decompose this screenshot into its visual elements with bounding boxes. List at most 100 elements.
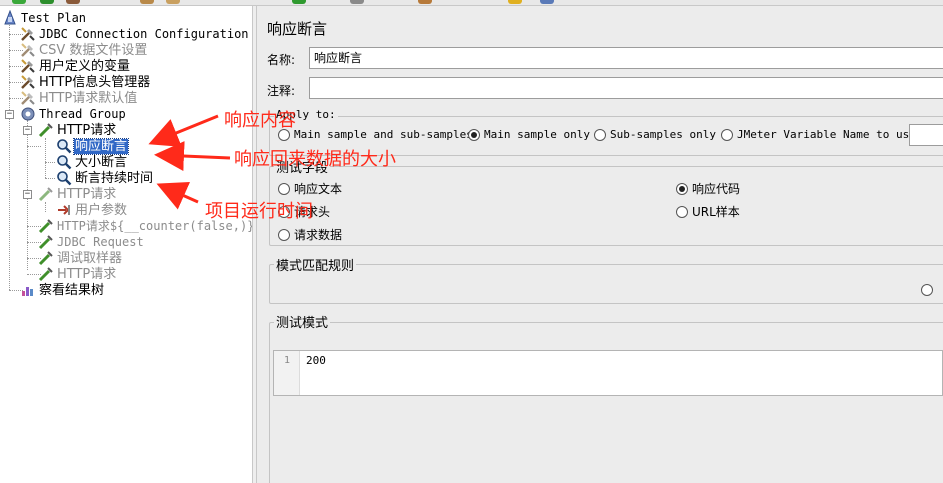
tree-item-label: 响应断言 <box>72 137 130 155</box>
stop-icon[interactable] <box>66 0 80 4</box>
tree-item-label: Thread Group <box>39 106 126 121</box>
field-url-sampled-radio[interactable]: URL样本 <box>676 203 740 220</box>
sampler-pipette-icon <box>38 234 54 250</box>
magnifier-icon <box>56 170 72 186</box>
tree-item-jdbc-connection-configuration[interactable]: JDBC Connection Configuration <box>20 26 250 42</box>
annotation-run-time: 项目运行时间 <box>205 201 313 222</box>
apply-main-only-radio[interactable]: Main sample only <box>468 128 590 141</box>
radio-indicator <box>721 128 733 141</box>
expand-toggle-thread-group[interactable]: − <box>5 110 14 119</box>
tree-item-label: 调试取样器 <box>57 250 123 266</box>
radio-indicator <box>468 128 480 141</box>
config-wrench-icon <box>20 90 36 106</box>
name-label: 名称: <box>267 53 296 67</box>
radio-indicator <box>921 284 933 296</box>
expand-toggle-http-request-2[interactable]: − <box>23 190 32 199</box>
tree-item-http-request-3[interactable]: HTTP请求 <box>38 266 117 282</box>
sampler-pipette-icon <box>38 122 54 138</box>
tree-item-label: HTTP请求 <box>57 266 117 282</box>
pattern-matching-rules-title: 模式匹配规则 <box>274 255 357 274</box>
radio-indicator <box>676 205 688 218</box>
response-assertion-panel: 响应断言 名称: 响应断言 注释: Apply to: Main sample … <box>257 6 943 483</box>
help-icon[interactable] <box>540 0 554 4</box>
pattern-line-text: 200 <box>306 354 326 367</box>
sampler-pipette-icon <box>38 250 54 266</box>
name-field[interactable]: 响应断言 <box>309 47 943 69</box>
config-wrench-icon <box>20 58 36 74</box>
config-wrench-icon <box>20 42 36 58</box>
radio-indicator <box>278 182 290 195</box>
expand-toggle-http-request-1[interactable]: − <box>23 126 32 135</box>
tree-item-label: 用户定义的变量 <box>39 58 131 74</box>
tree-item-label: JDBC Request <box>57 234 144 249</box>
tree-item-label: 大小断言 <box>75 154 128 170</box>
magnifier-icon <box>56 154 72 170</box>
radio-indicator <box>676 182 688 195</box>
radio-label: Main sample and sub-samples <box>294 128 473 141</box>
config-wrench-icon <box>20 74 36 90</box>
tree-item-label: CSV 数据文件设置 <box>39 42 148 58</box>
clear-all-icon[interactable] <box>166 0 180 4</box>
radio-label: Sub-samples only <box>610 128 716 141</box>
tree-item-http-request-1[interactable]: HTTP请求 <box>38 122 117 138</box>
line-number: 1 <box>284 355 291 366</box>
tree-item-label: 断言持续时间 <box>75 170 154 186</box>
tree-item-label: 察看结果树 <box>39 282 105 298</box>
tree-item-jdbc-request[interactable]: JDBC Request <box>38 234 145 250</box>
gear-icon <box>20 106 36 122</box>
clear-icon[interactable] <box>140 0 154 4</box>
apply-sub-only-radio[interactable]: Sub-samples only <box>594 128 716 141</box>
radio-label: Main sample only <box>484 128 590 141</box>
radio-label: 响应文本 <box>294 182 343 196</box>
radio-label: 响应代码 <box>692 182 741 196</box>
comment-field[interactable] <box>309 77 943 99</box>
radio-label: URL样本 <box>692 205 740 219</box>
test-plan-tree: − − − Test Plan JDBC Connection Configur… <box>0 6 252 483</box>
field-response-code-radio[interactable]: 响应代码 <box>676 180 740 197</box>
sampler-pipette-icon <box>38 218 54 234</box>
field-request-data-radio[interactable]: 请求数据 <box>278 226 342 243</box>
tree-item-csv-data-set[interactable]: CSV 数据文件设置 <box>20 42 148 58</box>
sampler-pipette-icon <box>38 186 54 202</box>
tree-item-size-assertion[interactable]: 大小断言 <box>56 154 128 170</box>
start-no-pause-icon[interactable] <box>40 0 54 4</box>
patterns-to-test-group <box>269 322 943 483</box>
tree-item-user-parameters[interactable]: 用户参数 <box>56 202 128 218</box>
patterns-editor[interactable]: 1 200 <box>273 350 943 396</box>
radio-indicator <box>278 228 290 241</box>
radio-label: JMeter Variable Name to use <box>737 128 916 141</box>
tree-item-test-plan[interactable]: Test Plan <box>2 9 87 26</box>
tree-item-http-request-2[interactable]: HTTP请求 <box>38 186 117 202</box>
tree-item-label: HTTP信息头管理器 <box>39 74 151 90</box>
annotation-response-content: 响应内容 <box>224 110 296 131</box>
tree-item-label: HTTP请求默认值 <box>39 90 138 106</box>
tree-item-label: JDBC Connection Configuration <box>39 26 249 41</box>
apply-jmeter-variable-radio[interactable]: JMeter Variable Name to use <box>721 128 916 141</box>
annotation-response-size: 响应回来数据的大小 <box>234 149 396 170</box>
tree-item-label: 用户参数 <box>75 202 128 218</box>
remote-icon[interactable] <box>418 0 432 4</box>
shutdown-icon[interactable] <box>350 0 364 4</box>
tree-item-duration-assertion[interactable]: 断言持续时间 <box>56 170 154 186</box>
tree-item-http-header-manager[interactable]: HTTP信息头管理器 <box>20 74 151 90</box>
radio-label: 请求数据 <box>294 228 343 242</box>
tree-item-label: Test Plan <box>21 10 87 25</box>
tree-item-http-request-defaults[interactable]: HTTP请求默认值 <box>20 90 138 106</box>
tree-item-debug-sampler[interactable]: 调试取样器 <box>38 250 123 266</box>
magnifier-icon <box>56 138 72 154</box>
tree-item-user-defined-variables[interactable]: 用户定义的变量 <box>20 58 131 74</box>
tree-item-view-results-tree[interactable]: 察看结果树 <box>20 282 105 298</box>
matching-rule-radio[interactable] <box>921 284 937 296</box>
config-wrench-icon <box>20 26 36 42</box>
jmeter-variable-name-field[interactable] <box>909 124 943 146</box>
tree-item-label: HTTP请求 <box>57 186 117 202</box>
line-number-gutter: 1 <box>274 351 300 395</box>
tree-item-thread-group[interactable]: Thread Group <box>20 106 127 122</box>
apply-main-and-sub-radio[interactable]: Main sample and sub-samples <box>278 128 473 141</box>
field-response-text-radio[interactable]: 响应文本 <box>278 180 342 197</box>
test-plan-icon <box>2 9 18 26</box>
start-icon[interactable] <box>12 0 26 4</box>
tree-item-response-assertion[interactable]: 响应断言 <box>56 137 130 155</box>
function-helper-icon[interactable] <box>508 0 522 4</box>
run-icon[interactable] <box>292 0 306 4</box>
